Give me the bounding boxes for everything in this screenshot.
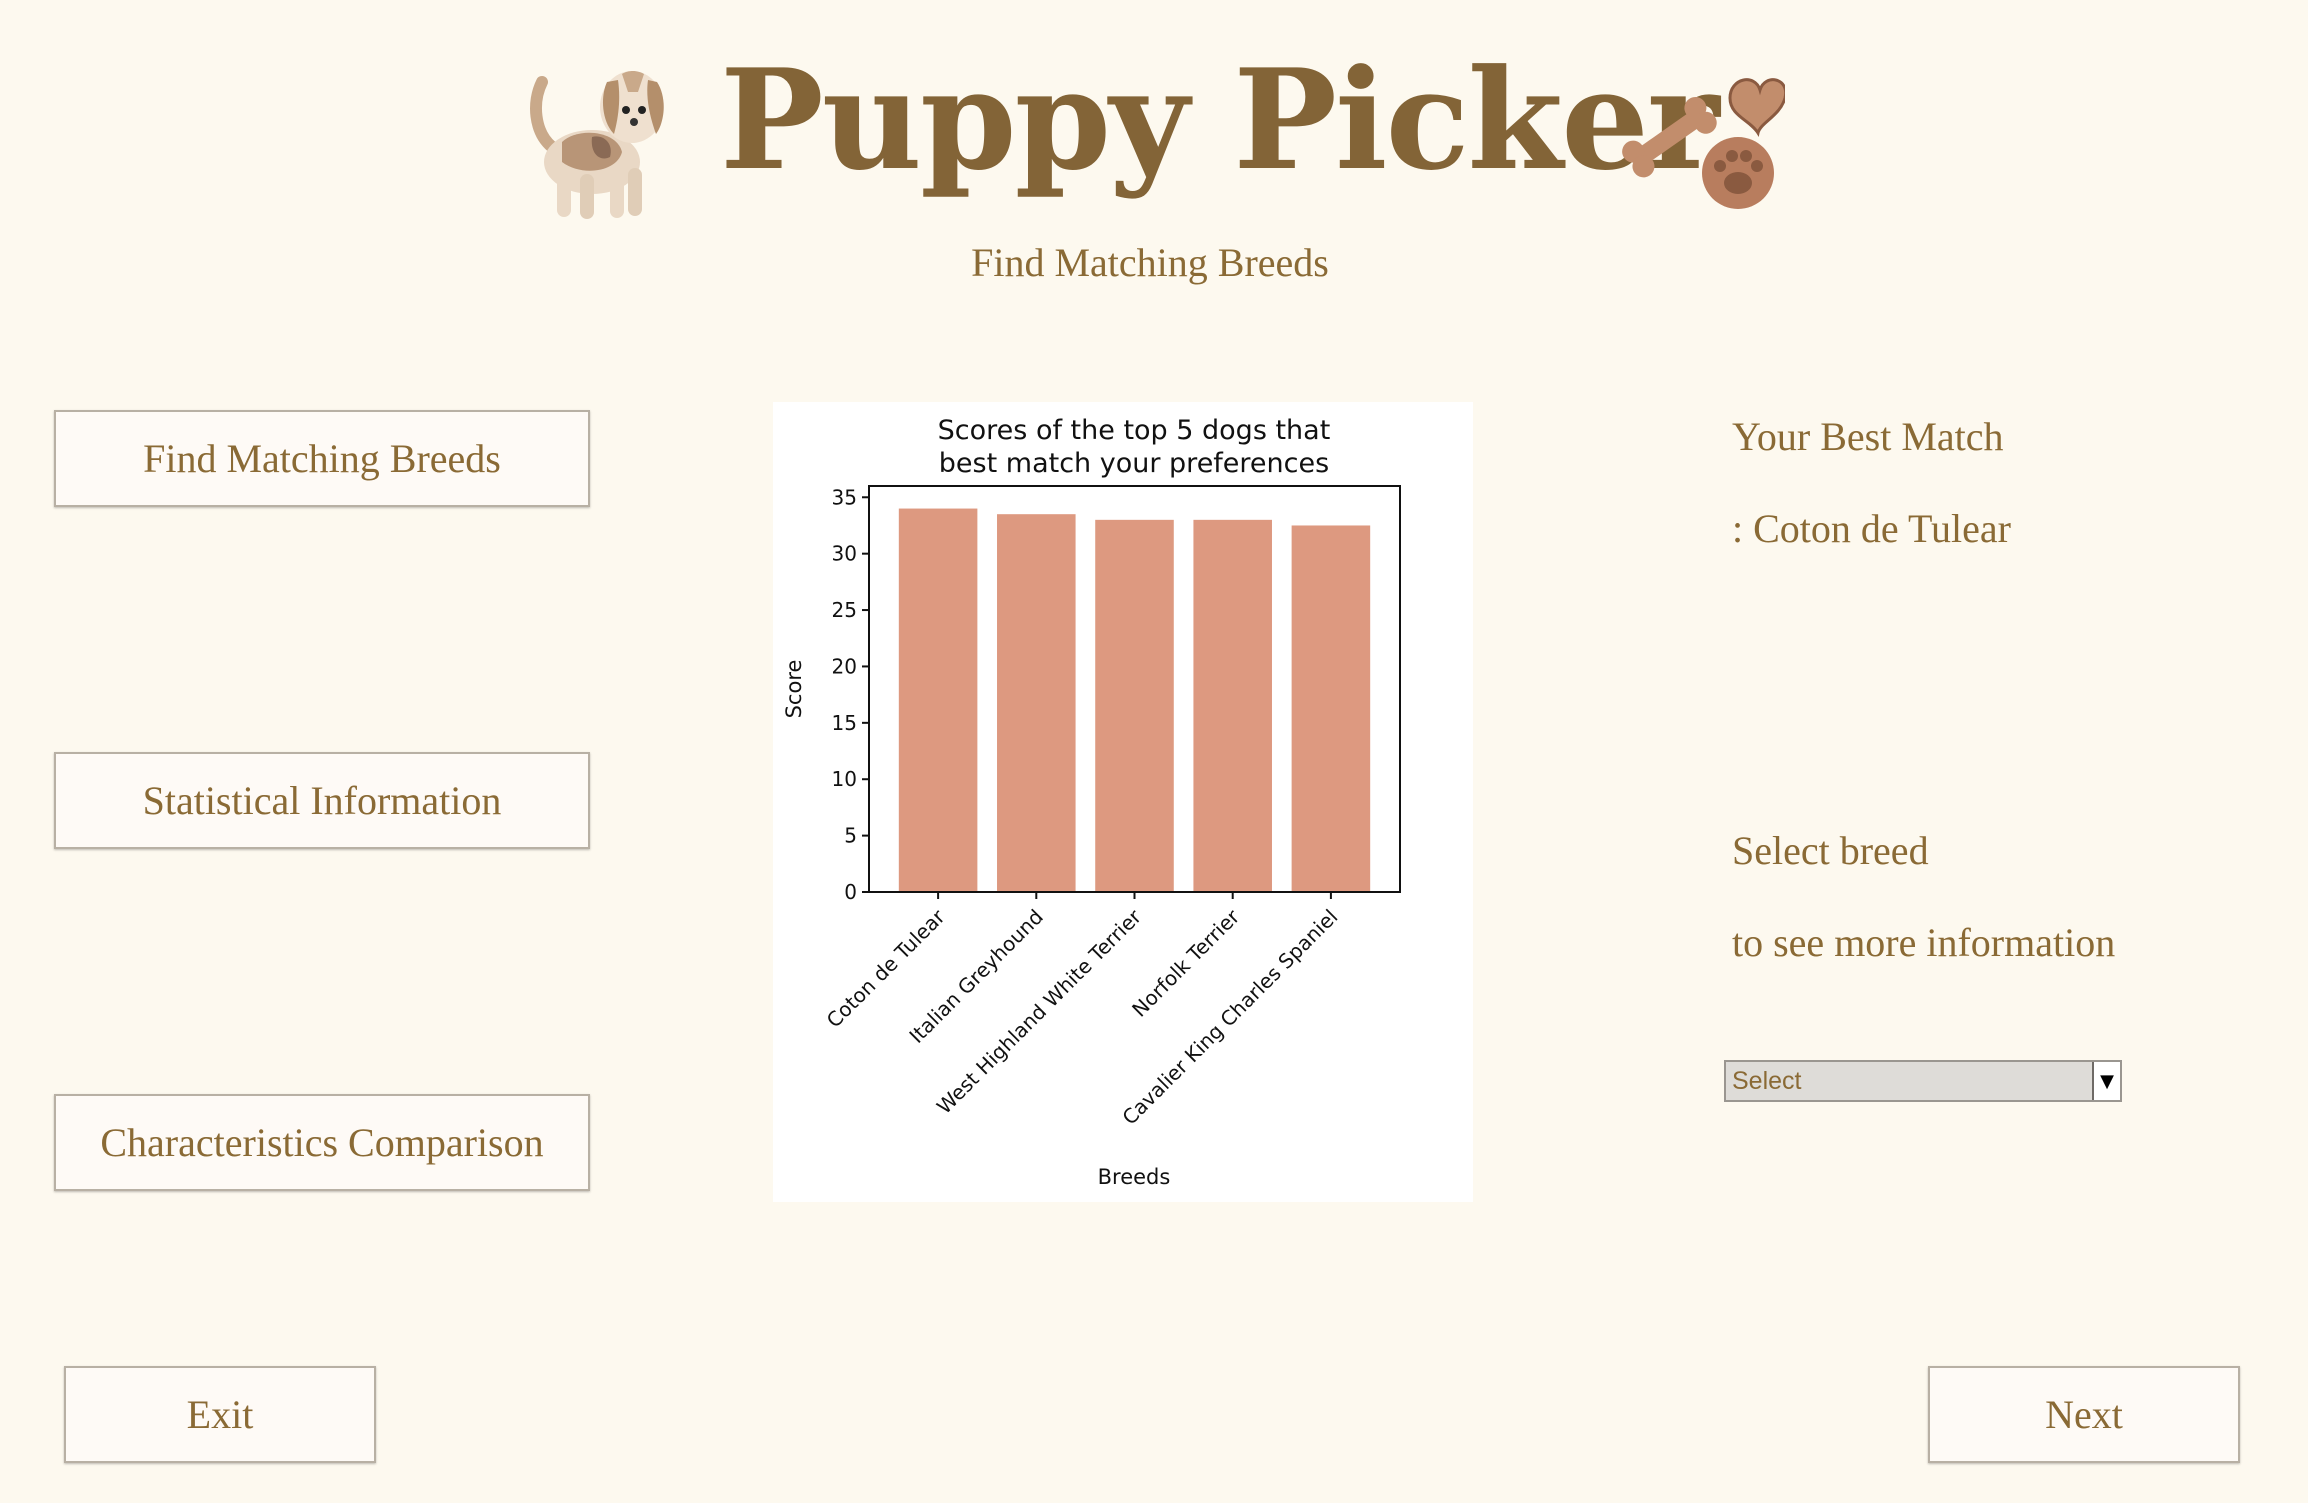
chart-y-tick-label: 20 xyxy=(832,654,857,678)
breed-select-value: Select xyxy=(1732,1066,1802,1095)
chart-y-tick-label: 25 xyxy=(832,598,857,622)
chart-y-tick-label: 0 xyxy=(844,880,857,904)
chart-y-tick-label: 35 xyxy=(832,485,857,509)
chevron-down-icon[interactable]: ▼ xyxy=(2092,1062,2120,1100)
chart-x-tick-label: Cavalier King Charles Spaniel xyxy=(1117,905,1342,1130)
chart-x-ticks: Coton de TulearItalian GreyhoundWest Hig… xyxy=(822,892,1342,1130)
best-match-value: : Coton de Tulear xyxy=(1732,506,2011,551)
chart-y-tick-label: 10 xyxy=(832,767,857,791)
chart-bar xyxy=(1193,519,1272,892)
chart-title-line2: best match your preferences xyxy=(939,448,1329,479)
chart-y-ticks: 0 5 10 15 20 25 30 35 xyxy=(832,485,869,904)
score-chart-svg: Scores of the top 5 dogs that best match… xyxy=(782,415,1401,1189)
select-breed-hint: to see more information xyxy=(1732,920,2116,965)
chart-bar xyxy=(1291,525,1371,892)
best-match-label: Your Best Match xyxy=(1732,414,2004,459)
chart-bars xyxy=(898,508,1371,892)
chart-y-label: Score xyxy=(782,660,806,719)
exit-button[interactable]: Exit xyxy=(64,1366,376,1463)
select-breed-label: Select breed xyxy=(1732,828,1929,873)
chart-title-line1: Scores of the top 5 dogs that xyxy=(938,415,1331,446)
characteristics-comparison-button[interactable]: Characteristics Comparison xyxy=(54,1094,590,1191)
chart-x-tick-label: West Highland White Terrier xyxy=(932,904,1147,1119)
page-subtitle: Find Matching Breeds xyxy=(971,240,1329,285)
app-title: Puppy Picker xyxy=(720,38,1720,201)
chart-y-tick-label: 5 xyxy=(844,824,857,848)
dog-treats-icon xyxy=(1622,78,1785,209)
chart-bar xyxy=(1095,519,1174,892)
chart-bar xyxy=(997,514,1076,892)
find-matching-breeds-button[interactable]: Find Matching Breeds xyxy=(54,410,590,507)
chart-y-tick-label: 30 xyxy=(832,542,857,566)
dog-logo-icon xyxy=(530,71,664,219)
statistical-information-button[interactable]: Statistical Information xyxy=(54,752,590,849)
next-button[interactable]: Next xyxy=(1928,1366,2240,1463)
score-chart: Scores of the top 5 dogs that best match… xyxy=(773,402,1473,1202)
breed-select-dropdown[interactable]: Select ▼ xyxy=(1724,1060,2122,1102)
chart-y-tick-label: 15 xyxy=(832,711,857,735)
chart-bar xyxy=(898,508,978,892)
chart-x-label: Breeds xyxy=(1098,1165,1171,1189)
